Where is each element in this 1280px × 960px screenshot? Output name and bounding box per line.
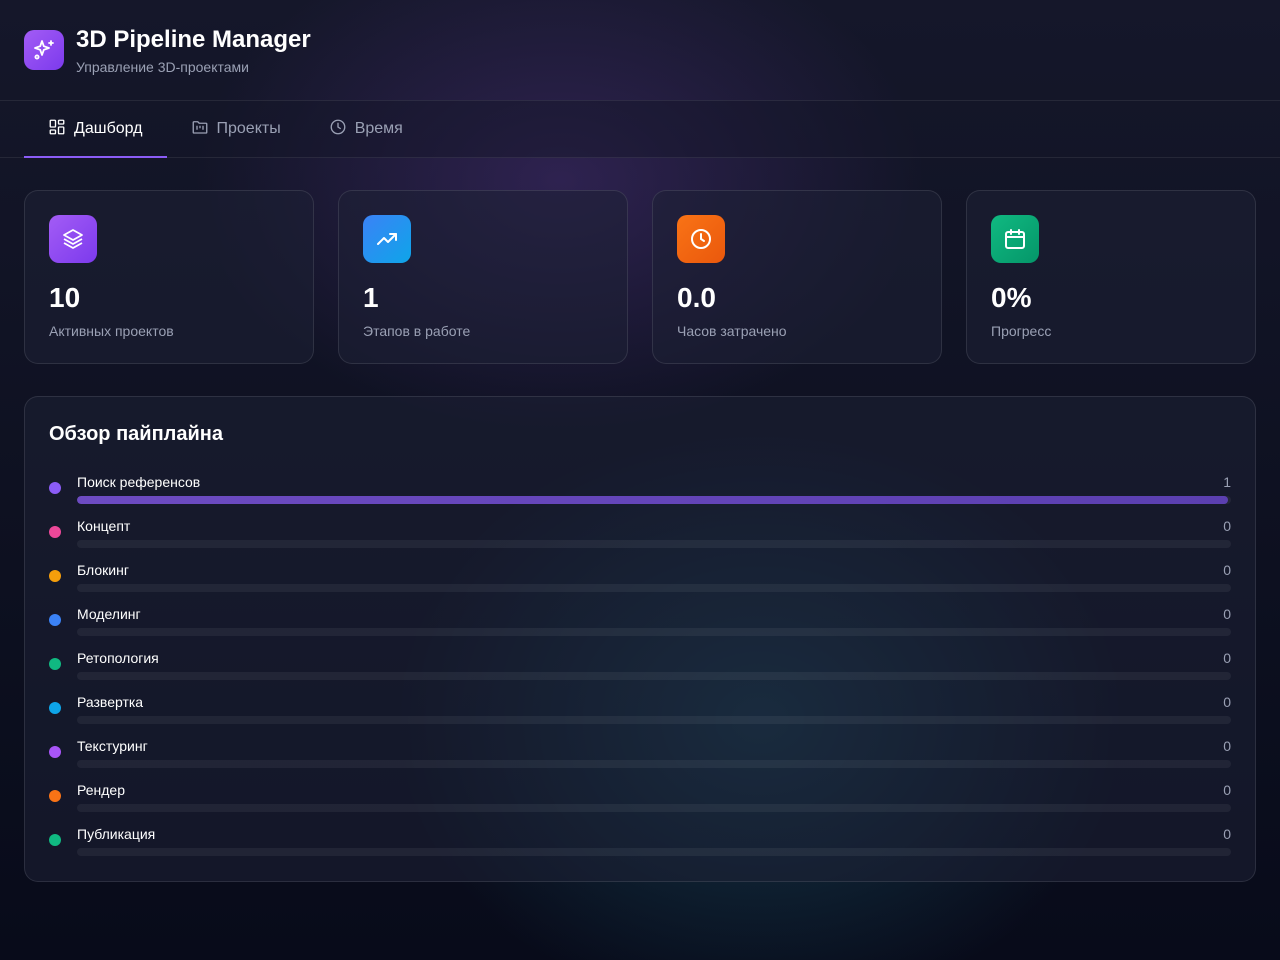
app-header: 3D Pipeline Manager Управление 3D-проект… (0, 0, 1280, 100)
stage-name: Моделинг (77, 606, 141, 622)
stat-card-stages-in-work: 1 Этапов в работе (338, 190, 628, 364)
stat-value: 10 (49, 282, 81, 313)
stage-dot (49, 702, 61, 714)
stage-name: Текстуринг (77, 738, 148, 754)
stage-count: 0 (1223, 782, 1231, 798)
stat-label: Часов затрачено (677, 323, 787, 339)
main-tabs: Дашборд Проекты Время (0, 100, 1280, 158)
stage-progress-fill (77, 496, 1228, 504)
pipeline-overview: Обзор пайплайна Поиск референсов 1 Концепт… (24, 396, 1256, 882)
stage-progress-bar (77, 584, 1231, 592)
tab-label: Дашборд (74, 120, 143, 137)
tab-label: Время (354, 120, 403, 137)
stage-row: Развертка 0 (49, 694, 1231, 738)
stage-name: Концепт (77, 518, 131, 534)
stage-name: Рендер (77, 782, 125, 798)
stage-name: Ретопология (77, 650, 159, 666)
clock-icon (329, 118, 347, 141)
stage-progress-bar (77, 496, 1231, 504)
app-title: 3D Pipeline Manager (76, 26, 311, 53)
stage-name: Поиск референсов (77, 474, 201, 490)
stage-count: 0 (1223, 562, 1231, 578)
folder-icon (191, 118, 209, 141)
stage-count: 0 (1223, 606, 1231, 622)
stage-count: 0 (1223, 738, 1231, 754)
calendar-icon (991, 215, 1039, 263)
clock-icon (677, 215, 725, 263)
pipeline-title: Обзор пайплайна (49, 423, 223, 445)
stat-label: Прогресс (991, 323, 1052, 339)
stage-row: Ретопология 0 (49, 650, 1231, 694)
stage-progress-bar (77, 672, 1231, 680)
stage-count: 0 (1223, 694, 1231, 710)
stage-row: Текстуринг 0 (49, 738, 1231, 782)
stage-row: Концепт 0 (49, 518, 1231, 562)
tab-label: Проекты (216, 120, 281, 137)
stage-progress-bar (77, 540, 1231, 548)
stage-progress-bar (77, 628, 1231, 636)
stage-row: Рендер 0 (49, 782, 1231, 826)
stage-count: 0 (1223, 826, 1231, 842)
layers-icon (49, 215, 97, 263)
stage-dot (49, 746, 61, 758)
stage-name: Публикация (77, 826, 156, 842)
stat-value: 1 (363, 282, 379, 313)
stat-card-hours-spent: 0.0 Часов затрачено (652, 190, 942, 364)
stat-label: Этапов в работе (363, 323, 471, 339)
stage-progress-bar (77, 848, 1231, 856)
stage-list: Поиск референсов 1 Концепт 0 Блокинг 0 Моделин… (49, 474, 1231, 870)
stage-dot (49, 658, 61, 670)
tab-time[interactable]: Время (305, 101, 427, 157)
stage-dot (49, 526, 61, 538)
stage-progress-bar (77, 760, 1231, 768)
stage-dot (49, 834, 61, 846)
stage-progress-bar (77, 716, 1231, 724)
stage-count: 0 (1223, 650, 1231, 666)
stage-dot (49, 790, 61, 802)
stage-count: 0 (1223, 518, 1231, 534)
stage-dot (49, 482, 61, 494)
stat-card-progress: 0% Прогресс (966, 190, 1256, 364)
stats-row: 10 Активных проектов 1 Этапов в работе 0… (0, 158, 1280, 364)
stat-label: Активных проектов (49, 323, 174, 339)
tab-projects[interactable]: Проекты (167, 101, 305, 157)
stat-value: 0.0 (677, 282, 716, 313)
stage-dot (49, 614, 61, 626)
stage-count: 1 (1223, 474, 1231, 490)
dashboard-icon (48, 118, 66, 141)
sparkles-icon (24, 30, 64, 70)
stage-dot (49, 570, 61, 582)
stage-row: Моделинг 0 (49, 606, 1231, 650)
stat-value: 0% (991, 282, 1032, 313)
stage-name: Развертка (77, 694, 144, 710)
stage-progress-bar (77, 804, 1231, 812)
trending-up-icon (363, 215, 411, 263)
tab-dashboard[interactable]: Дашборд (24, 101, 167, 158)
app-subtitle: Управление 3D-проектами (76, 59, 249, 75)
stage-row: Блокинг 0 (49, 562, 1231, 606)
stat-card-active-projects: 10 Активных проектов (24, 190, 314, 364)
stage-name: Блокинг (77, 562, 129, 578)
stage-row: Поиск референсов 1 (49, 474, 1231, 518)
stage-row: Публикация 0 (49, 826, 1231, 870)
